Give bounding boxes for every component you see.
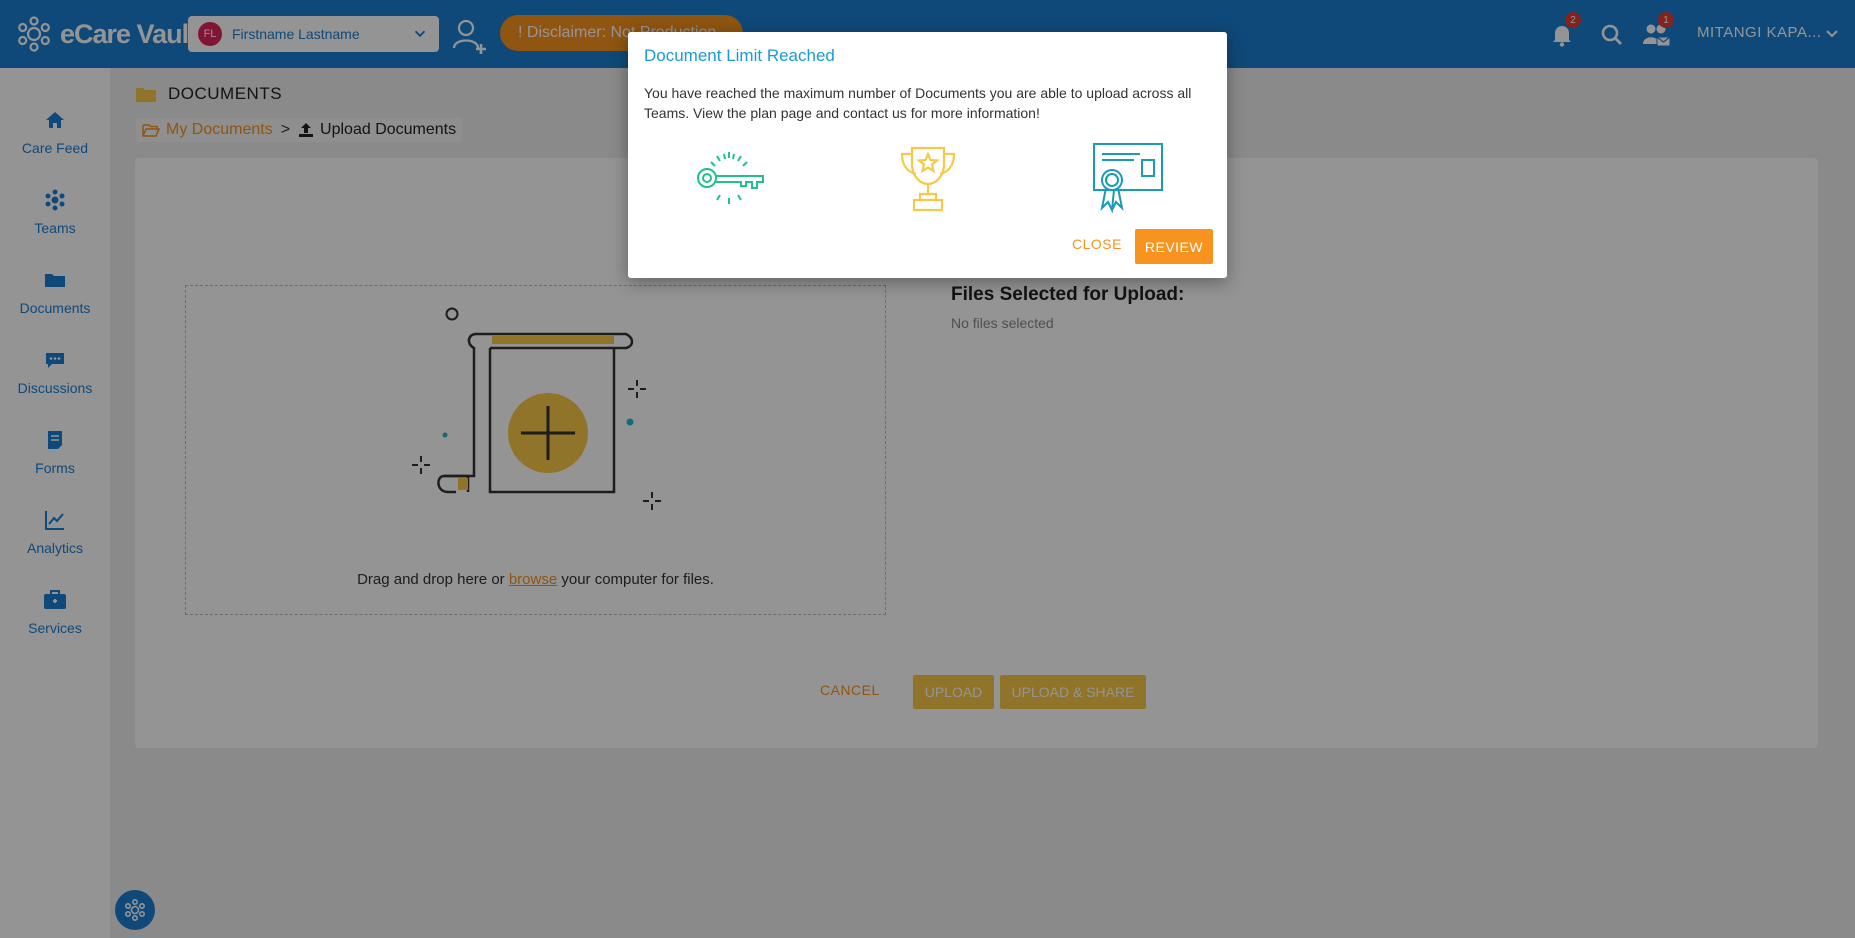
document-limit-dialog: Document Limit Reached You have reached …: [628, 32, 1227, 278]
dialog-message: You have reached the maximum number of D…: [644, 85, 1192, 121]
key-icon: [697, 152, 764, 204]
certificate-icon: [1093, 143, 1163, 214]
trophy-icon: [900, 146, 956, 212]
dialog-title: Document Limit Reached: [644, 46, 835, 65]
close-button[interactable]: CLOSE: [1072, 236, 1122, 252]
review-button[interactable]: REVIEW: [1135, 229, 1213, 264]
